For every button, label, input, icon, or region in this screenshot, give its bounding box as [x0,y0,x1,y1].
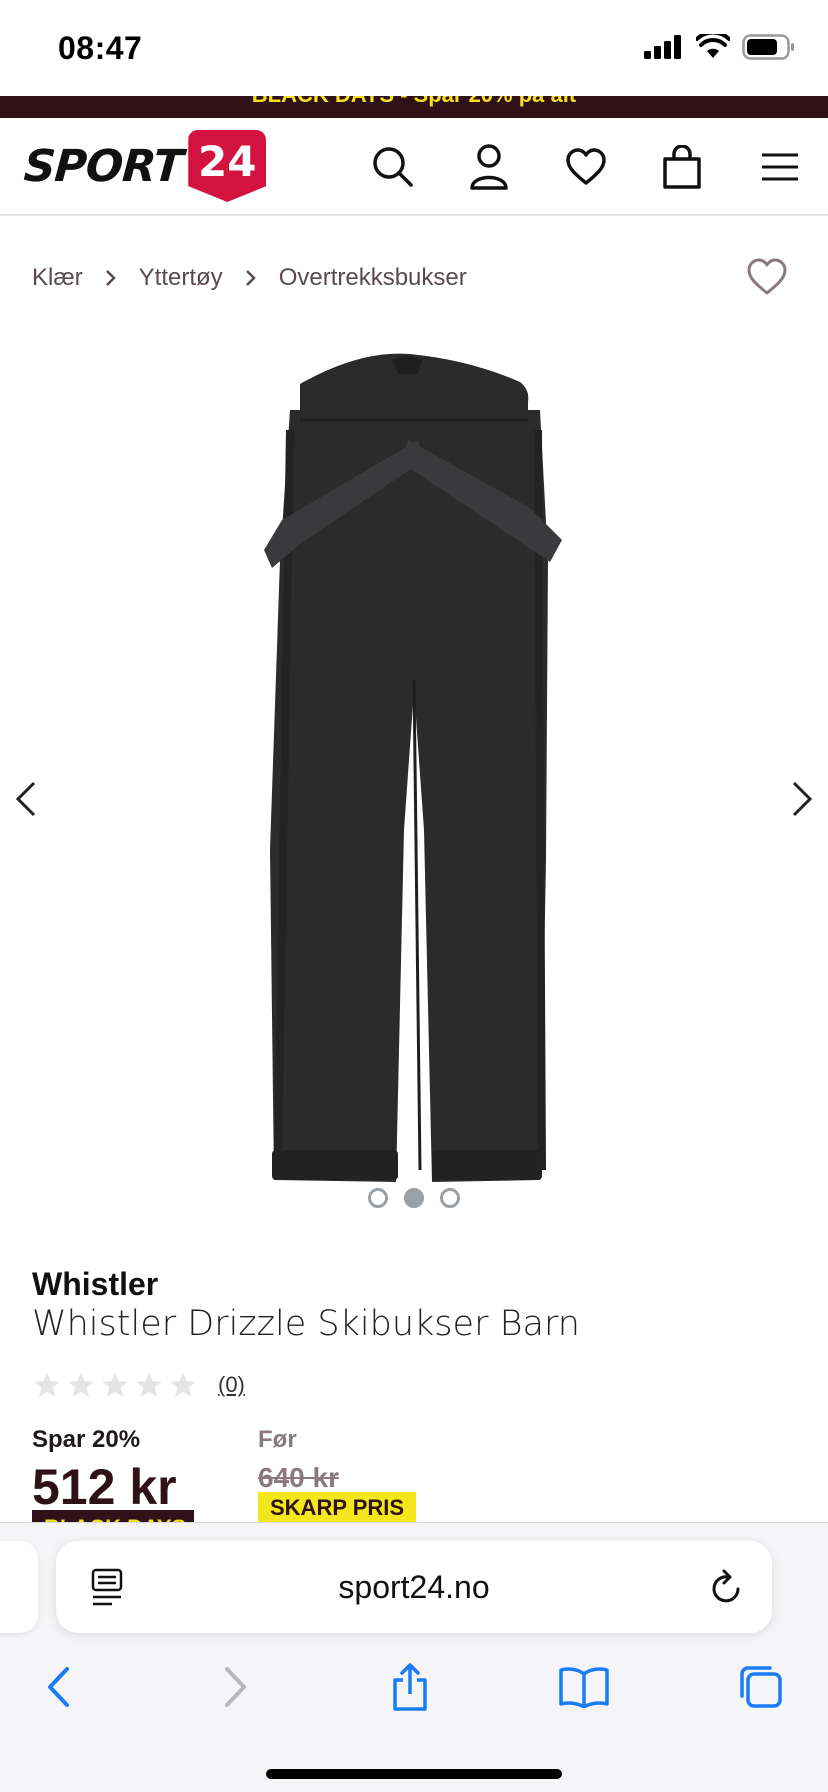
share-button[interactable] [380,1657,440,1717]
bookmarks-button[interactable] [554,1657,614,1717]
previous-price: 640 kr [258,1462,339,1493]
heart-icon [566,148,606,185]
star-icon [34,1372,60,1397]
wifi-icon [696,34,730,58]
gallery-dot[interactable] [440,1188,460,1208]
site-header: SPORT 24 [0,118,828,216]
gallery-prev-button[interactable] [6,774,46,824]
breadcrumb-item-yttertoy[interactable]: Yttertøy [139,264,223,292]
search-button[interactable] [368,142,418,192]
discount-label: Spar 20% [32,1426,141,1453]
back-button[interactable] [28,1657,88,1717]
current-price: 512 kr [32,1459,177,1515]
chevron-right-icon [225,1667,246,1707]
address-bar[interactable]: sport24.no [56,1541,772,1633]
add-to-favorites-button[interactable] [746,258,788,301]
browser-toolbar: sport24.no [0,1522,828,1792]
breadcrumb: Klær Yttertøy Overtrekksbukser [32,264,467,292]
search-icon [373,147,413,187]
star-icon [102,1372,128,1397]
forward-button[interactable] [206,1657,266,1717]
product-image-gallery[interactable] [0,330,828,1208]
status-icons [644,34,796,60]
star-icon [136,1372,162,1397]
cellular-signal-icon [644,35,681,59]
chevron-right-icon [245,269,257,287]
star-icon [170,1372,196,1397]
logo-wordmark: SPORT [22,140,185,192]
account-button[interactable] [464,142,514,192]
tabs-button[interactable] [730,1657,790,1717]
star-icon [68,1372,94,1397]
promo-text: BLACK DAYS - Spar 20% på alt [0,96,828,108]
chevron-right-icon [792,781,813,817]
reload-button[interactable] [708,1567,744,1612]
shopping-bag-icon [663,145,701,189]
product-title: Whistler Drizzle Skibukser Barn [32,1304,580,1344]
hamburger-menu-icon [762,153,798,181]
cart-button[interactable] [657,142,707,192]
book-icon [559,1667,609,1708]
site-logo[interactable]: SPORT 24 [22,130,267,202]
share-icon [393,1663,427,1711]
breadcrumb-item-klaer[interactable]: Klær [32,264,83,292]
tabs-icon [740,1666,782,1708]
product-rating[interactable]: (0) [32,1370,245,1400]
gallery-pagination [0,1188,828,1208]
promo-banner[interactable]: BLACK DAYS - Spar 20% på alt [0,96,828,118]
status-bar: 08:47 [0,0,828,96]
previous-tab-preview[interactable] [0,1541,38,1633]
gallery-dot-active[interactable] [404,1188,424,1208]
user-icon [470,144,508,190]
breadcrumb-item-overtrekksbukser[interactable]: Overtrekksbukser [279,264,467,292]
wishlist-button[interactable] [561,142,611,192]
previous-price-label: Før [258,1426,297,1453]
sharp-price-badge: SKARP PRIS [258,1492,417,1524]
reload-icon [712,1569,740,1603]
gallery-dot[interactable] [368,1188,388,1208]
logo-badge: 24 [188,130,267,202]
product-image [264,353,562,1182]
chevron-left-icon [15,781,36,817]
menu-button[interactable] [755,142,805,192]
product-brand[interactable]: Whistler [32,1266,158,1303]
chevron-right-icon [105,269,117,287]
home-indicator[interactable] [266,1769,562,1779]
gallery-next-button[interactable] [782,774,822,824]
url-text: sport24.no [338,1569,490,1605]
chevron-left-icon [48,1667,69,1707]
battery-icon [742,34,794,60]
rating-count-link[interactable]: (0) [218,1372,245,1398]
heart-icon [747,258,787,295]
status-time: 08:47 [58,30,143,66]
logo-badge-number: 24 [198,136,257,186]
